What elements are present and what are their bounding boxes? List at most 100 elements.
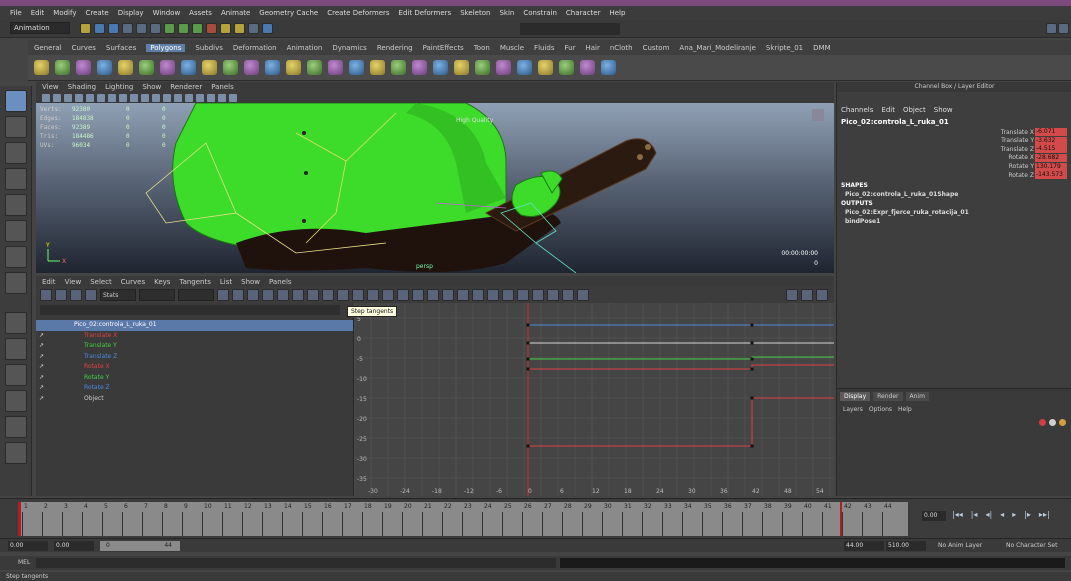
keyframe[interactable]	[526, 323, 530, 327]
viewport-menu-renderer[interactable]: Renderer	[170, 83, 202, 91]
unify-tangents-icon[interactable]	[397, 289, 409, 301]
menu-animate[interactable]: Animate	[221, 9, 250, 17]
shelf-sphere-icon[interactable]	[34, 60, 49, 75]
viewport-menu-show[interactable]: Show	[142, 83, 161, 91]
shelf-split-polygon-icon[interactable]	[433, 60, 448, 75]
go-to-start-icon[interactable]: |◂◂	[952, 510, 963, 519]
channel-menu-channels[interactable]: Channels	[841, 106, 873, 114]
move-tool-icon[interactable]	[5, 142, 27, 164]
character-set-select[interactable]: No Character Set	[1006, 542, 1057, 549]
shelf-tab-ana-mari-modeliranje[interactable]: Ana_Mari_Modeliranje	[679, 44, 755, 52]
menu-skin[interactable]: Skin	[499, 9, 514, 17]
shelf-platonic-icon[interactable]	[265, 60, 280, 75]
keyframe[interactable]	[750, 341, 754, 345]
shelf-tab-fur[interactable]: Fur	[565, 44, 576, 52]
shelf-cube-icon[interactable]	[55, 60, 70, 75]
keyframe[interactable]	[750, 357, 754, 361]
graph-menu-panels[interactable]: Panels	[269, 278, 292, 286]
render-settings-icon[interactable]	[248, 23, 259, 34]
select-tool-icon[interactable]	[5, 90, 27, 112]
shelf-fill-hole-icon[interactable]	[412, 60, 427, 75]
move-keys-icon[interactable]	[40, 289, 52, 301]
channel-value-field[interactable]: -6.071	[1035, 128, 1067, 137]
shelf-prism-icon[interactable]	[160, 60, 175, 75]
attribute-editor-toggle-icon[interactable]	[1058, 23, 1069, 34]
channel-pin-icon[interactable]: ↗	[36, 331, 64, 342]
pre-cycle-icon[interactable]	[532, 289, 544, 301]
viewport-xray-joints-icon[interactable]	[196, 93, 204, 102]
viewport-bookmark-icon[interactable]	[64, 93, 72, 102]
clamped-tangents-icon[interactable]	[277, 289, 289, 301]
channel-value-field[interactable]: 130.179	[1035, 162, 1067, 171]
viewport-textured-icon[interactable]	[141, 93, 149, 102]
shelf-tab-custom[interactable]: Custom	[643, 44, 670, 52]
view-toggle-icon[interactable]	[801, 289, 813, 301]
select-component-icon[interactable]	[150, 23, 161, 34]
graph-menu-select[interactable]: Select	[90, 278, 112, 286]
swap-buffer-icon[interactable]	[367, 289, 379, 301]
layout-graph-icon[interactable]	[5, 416, 27, 438]
shape-node[interactable]: Pico_02:controla_L_ruka_01Shape	[845, 191, 958, 198]
mode-selector[interactable]: Animation	[10, 22, 70, 34]
keyframe[interactable]	[526, 444, 530, 448]
viewport-shadows-icon[interactable]	[163, 93, 171, 102]
graph-menu-tangents[interactable]: Tangents	[179, 278, 210, 286]
channel-menu-edit[interactable]: Edit	[881, 106, 895, 114]
range-bar[interactable]: 0 44	[100, 541, 180, 551]
viewport-grid-icon[interactable]	[86, 93, 94, 102]
play-backwards-icon[interactable]: ◂	[1000, 510, 1004, 519]
channel-translate-y[interactable]: Translate Y -3.632	[1001, 136, 1067, 145]
menu-window[interactable]: Window	[153, 9, 181, 17]
shelf-booleans-icon[interactable]	[349, 60, 364, 75]
outliner-channel-rotate-y[interactable]: ↗ Rotate Y	[36, 373, 353, 384]
channel-value-field[interactable]: -3.632	[1035, 136, 1067, 145]
outliner-channel-translate-y[interactable]: ↗ Translate Y	[36, 341, 353, 352]
go-to-end-icon[interactable]: ▸▸|	[1039, 510, 1050, 519]
shelf-tab-dynamics[interactable]: Dynamics	[332, 44, 367, 52]
graph-menu-list[interactable]: List	[220, 278, 232, 286]
buffer-curve-icon[interactable]	[352, 289, 364, 301]
layout-two-icon[interactable]	[5, 364, 27, 386]
shelf-tab-subdivs[interactable]: Subdivs	[195, 44, 223, 52]
channel-value-field[interactable]: -4.515	[1035, 145, 1067, 154]
layout-single-icon[interactable]	[5, 312, 27, 334]
keyframe[interactable]	[750, 367, 754, 371]
channel-box-toggle-icon[interactable]	[1046, 23, 1057, 34]
shelf-wedge-icon[interactable]	[559, 60, 574, 75]
open-scene-icon[interactable]	[94, 23, 105, 34]
menu-edit[interactable]: Edit	[31, 9, 45, 17]
shelf-tab-skripte-01[interactable]: Skripte_01	[766, 44, 803, 52]
step-back-frame-icon[interactable]: ◂|	[985, 510, 992, 519]
normalize-icon[interactable]	[472, 289, 484, 301]
render-icon[interactable]	[220, 23, 231, 34]
shelf-tab-muscle[interactable]: Muscle	[500, 44, 524, 52]
channel-translate-z[interactable]: Translate Z -4.515	[1001, 145, 1067, 154]
outliner-channel-translate-x[interactable]: ↗ Translate X	[36, 331, 353, 342]
shelf-cylinder-icon[interactable]	[76, 60, 91, 75]
post-infinity-icon[interactable]	[517, 289, 529, 301]
panel-toggle-icon[interactable]	[816, 289, 828, 301]
outliner-channel-rotate-z[interactable]: ↗ Rotate Z	[36, 383, 353, 394]
snap-curve-icon[interactable]	[178, 23, 189, 34]
viewport-isolate-icon[interactable]	[174, 93, 182, 102]
anim-layer-select[interactable]: No Anim Layer	[938, 542, 982, 549]
frame-playback-icon[interactable]	[247, 289, 259, 301]
input-line-icon[interactable]	[262, 23, 273, 34]
rotate-tool-icon[interactable]	[5, 168, 27, 190]
shelf-tab-curves[interactable]: Curves	[72, 44, 96, 52]
menu-character[interactable]: Character	[566, 9, 601, 17]
keyframe[interactable]	[526, 367, 530, 371]
mel-input[interactable]	[36, 558, 556, 568]
shelf-bevel-icon[interactable]	[496, 60, 511, 75]
break-tangents-icon[interactable]	[382, 289, 394, 301]
keyframe[interactable]	[750, 323, 754, 327]
graph-menu-edit[interactable]: Edit	[42, 278, 56, 286]
viewport-menu-shading[interactable]: Shading	[68, 83, 96, 91]
shelf-tab-dmm[interactable]: DMM	[813, 44, 830, 52]
channel-rotate-y[interactable]: Rotate Y 130.179	[1009, 162, 1067, 171]
menu-help[interactable]: Help	[609, 9, 625, 17]
outliner-channel-object[interactable]: ↗ Object	[36, 394, 353, 405]
menu-geometry-cache[interactable]: Geometry Cache	[259, 9, 318, 17]
end-time-field[interactable]: 510.00	[886, 541, 926, 551]
soft-mod-tool-icon[interactable]	[5, 246, 27, 268]
